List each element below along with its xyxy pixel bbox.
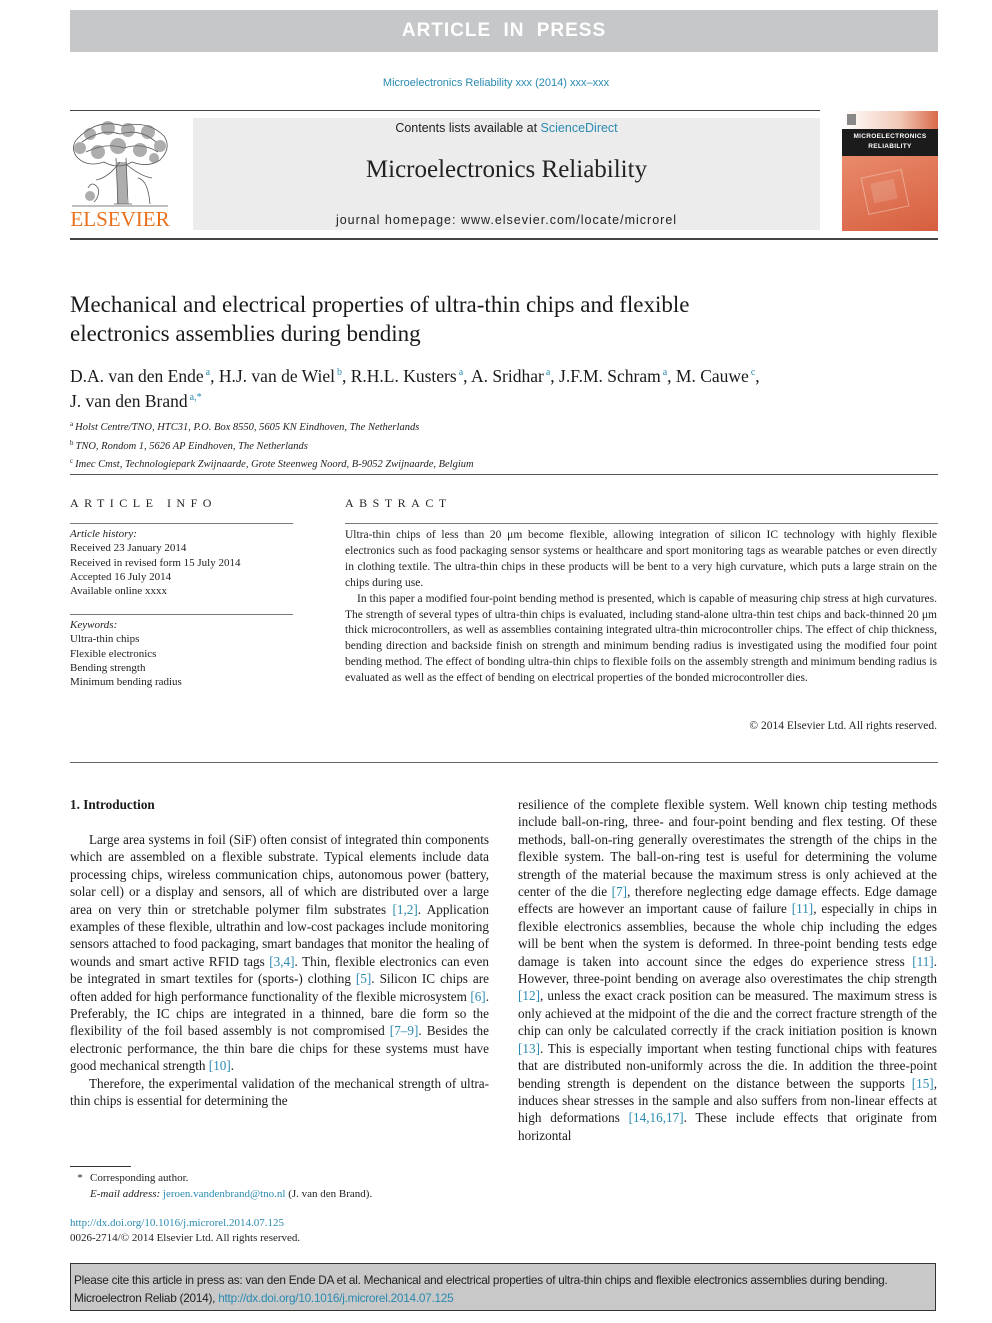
keywords: Keywords: Ultra-thin chips Flexible elec… [70, 618, 295, 689]
cite-doi-link[interactable]: http://dx.doi.org/10.1016/j.microrel.201… [218, 1291, 454, 1305]
body-column-left: Large area systems in foil (SiF) often c… [70, 831, 489, 1110]
history-item: Received 23 January 2014 [70, 542, 187, 555]
elsevier-logo[interactable]: ELSEVIER [68, 118, 172, 232]
article-info-heading: ARTICLE INFO [70, 496, 217, 510]
corresponding-author-footnote: * Corresponding author. E-mail address: j… [77, 1172, 373, 1200]
doi-link[interactable]: http://dx.doi.org/10.1016/j.microrel.201… [70, 1216, 300, 1231]
affiliation: c Imec Cmst, Technologiepark Zwijnaarde, … [70, 457, 474, 470]
divider [70, 474, 938, 475]
author[interactable]: A. Sridhar a [471, 366, 550, 386]
body-paragraph: Large area systems in foil (SiF) often c… [70, 832, 489, 1074]
cite-this-article-box: Please cite this article in press as: va… [70, 1263, 936, 1311]
author[interactable]: J.F.M. Schram a [559, 366, 667, 386]
citation-link[interactable]: [15] [912, 1076, 934, 1091]
article-title: Mechanical and electrical properties of … [70, 292, 690, 346]
body-paragraph: Therefore, the experimental validation o… [70, 1075, 489, 1109]
citation-link[interactable]: [10] [209, 1058, 231, 1073]
header-divider [70, 238, 938, 240]
sciencedirect-link[interactable]: ScienceDirect [541, 121, 618, 135]
citation-link[interactable]: [12] [518, 988, 540, 1003]
citation-link[interactable]: [11] [912, 954, 933, 969]
citation-link[interactable]: [14,16,17] [629, 1110, 684, 1125]
keyword: Minimum bending radius [70, 676, 182, 689]
history-item: Available online xxxx [70, 585, 167, 598]
doi-block: http://dx.doi.org/10.1016/j.microrel.201… [70, 1216, 300, 1246]
history-item: Received in revised form 15 July 2014 [70, 556, 241, 569]
issn-copyright: 0026-2714/© 2014 Elsevier Ltd. All right… [70, 1232, 301, 1244]
journal-homepage: journal homepage: www.elsevier.com/locat… [335, 213, 678, 227]
keyword: Flexible electronics [70, 647, 157, 660]
section-heading: 1. Introduction [70, 797, 155, 812]
divider [345, 523, 938, 524]
author[interactable]: M. Cauwe c [676, 366, 755, 386]
elsevier-wordmark: ELSEVIER [70, 207, 170, 231]
elsevier-tree-icon [72, 121, 168, 207]
article-history: Article history: Received 23 January 201… [70, 527, 295, 598]
body-column-right: resilience of the complete flexible syst… [518, 796, 937, 1144]
citation-link[interactable]: [7] [612, 884, 627, 899]
journal-title: Microelectronics Reliability [365, 156, 648, 183]
history-item: Accepted 16 July 2014 [70, 570, 172, 583]
author[interactable]: D.A. van den Ende a [70, 366, 210, 386]
abstract-heading: ABSTRACT [345, 496, 452, 510]
citation-link[interactable]: [6] [470, 989, 485, 1004]
journal-cover-thumbnail[interactable]: MICROELECTRONICS RELIABILITY [842, 111, 938, 231]
citation-link[interactable]: [13] [518, 1041, 540, 1056]
article-in-press-banner: ARTICLE IN PRESS [70, 10, 938, 52]
affiliations: a Holst Centre/TNO, HTC31, P.O. Box 8550,… [70, 417, 474, 473]
abstract-body: Ultra-thin chips of less than 20 μm beco… [345, 528, 937, 687]
divider [70, 614, 293, 615]
keyword: Ultra-thin chips [70, 633, 140, 646]
email-link[interactable]: jeroen.vandenbrand@tno.nl [163, 1188, 286, 1200]
author[interactable]: H.J. van de Wiel b [219, 366, 342, 386]
author-list: D.A. van den Ende a, H.J. van de Wiel b, R… [70, 366, 760, 411]
cover-elsevier-icon [847, 114, 856, 125]
author[interactable]: J. van den Brand a,* [70, 391, 202, 411]
author[interactable]: R.H.L. Kusters a [351, 366, 463, 386]
journal-masthead: Contents lists available at ScienceDirec… [193, 118, 820, 230]
citation-link[interactable]: [11] [792, 901, 813, 916]
affiliation: b TNO, Rondom 1, 5626 AP Eindhoven, The N… [70, 438, 308, 452]
homepage-link[interactable]: www.elsevier.com/locate/microrel [461, 213, 677, 227]
affiliation: a Holst Centre/TNO, HTC31, P.O. Box 8550,… [70, 420, 420, 433]
abstract-paragraph: In this paper a modified four-point bend… [345, 592, 937, 685]
contents-line: Contents lists available at ScienceDirec… [395, 121, 618, 135]
banner-label: ARTICLE IN PRESS [401, 20, 607, 41]
body-paragraph: resilience of the complete flexible syst… [518, 797, 938, 1143]
citation-link[interactable]: [1,2] [393, 902, 418, 917]
divider [70, 523, 293, 524]
keyword: Bending strength [70, 661, 146, 674]
divider [70, 762, 938, 763]
abstract-paragraph: Ultra-thin chips of less than 20 μm beco… [345, 529, 937, 589]
citation-link[interactable]: [5] [356, 971, 371, 986]
citation-link[interactable]: [7–9] [390, 1023, 419, 1038]
journal-reference-link[interactable]: Microelectronics Reliability xxx (2014) … [0, 77, 992, 89]
citation-link[interactable]: [3,4] [269, 954, 294, 969]
divider [70, 110, 820, 111]
cover-title: MICROELECTRONICS RELIABILITY [842, 129, 938, 156]
footnote-divider [70, 1166, 131, 1167]
abstract-copyright: © 2014 Elsevier Ltd. All rights reserved… [749, 720, 937, 732]
